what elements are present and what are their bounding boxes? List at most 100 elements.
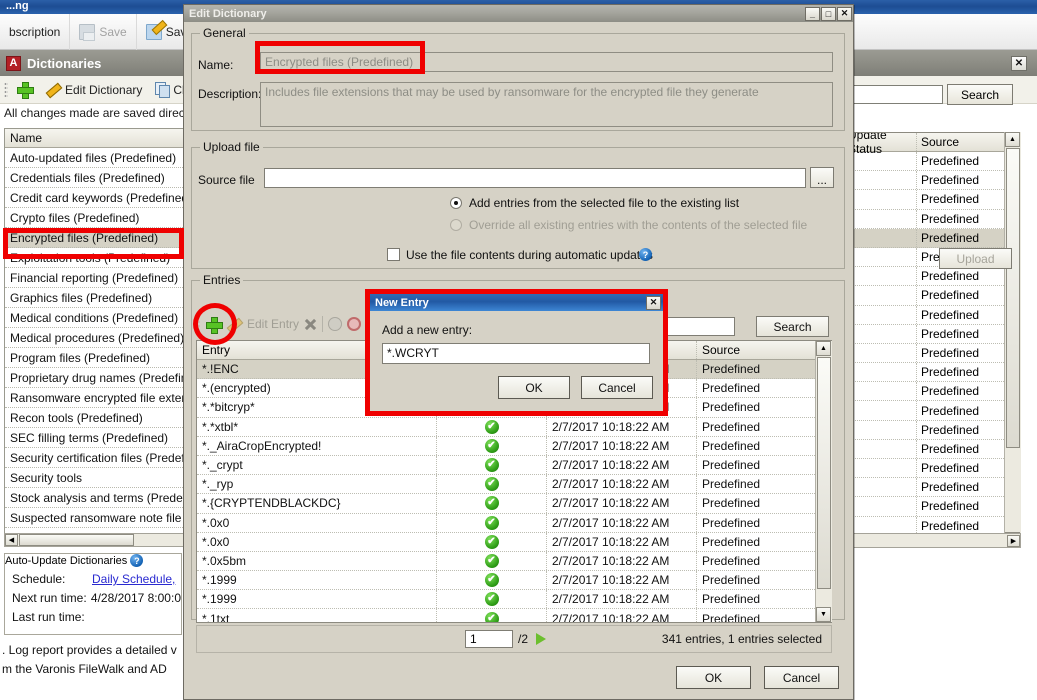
add-entry-icon[interactable] [205, 316, 222, 333]
dialog-cancel-button[interactable]: Cancel [764, 666, 839, 689]
list-item[interactable]: Security certification files (Predefin [5, 448, 183, 468]
scroll-up-icon[interactable]: ▲ [1005, 132, 1020, 147]
table-row[interactable]: *._crypt2/7/2017 10:18:22 AMPredefined [197, 456, 831, 475]
table-row[interactable]: *.{CRYPTENDBLACKDC}2/7/2017 10:18:22 AMP… [197, 494, 831, 513]
add-dictionary-button[interactable] [11, 81, 38, 98]
radio-add-entries[interactable] [450, 197, 462, 209]
entries-scroll-up-icon[interactable]: ▲ [816, 341, 831, 356]
name-input[interactable]: Encrypted files (Predefined) [260, 52, 833, 72]
table-row[interactable]: Predefined [844, 325, 1020, 344]
list-item[interactable]: Proprietary drug names (Predefined) [5, 368, 183, 388]
entries-grid-vscrollbar[interactable]: ▲ ▼ [815, 341, 832, 622]
vscroll-thumb[interactable] [1006, 148, 1020, 448]
table-row[interactable]: Predefined [844, 210, 1020, 229]
upload-button[interactable]: Upload [939, 248, 1012, 269]
table-row[interactable]: Predefined [844, 152, 1020, 171]
schedule-link[interactable]: Daily Schedule, [92, 572, 175, 586]
scroll-left-icon[interactable]: ◀ [5, 534, 18, 546]
minimize-icon[interactable]: _ [805, 7, 820, 21]
edit-entry-label[interactable]: Edit Entry [247, 317, 299, 331]
table-row[interactable]: *._AiraCropEncrypted!2/7/2017 10:18:22 A… [197, 437, 831, 456]
table-row[interactable]: *.*xtbl*2/7/2017 10:18:22 AMPredefined [197, 418, 831, 437]
table-row[interactable]: *.1txt2/7/2017 10:18:22 AMPredefined [197, 609, 831, 623]
entries-scroll-down-icon[interactable]: ▼ [816, 607, 831, 622]
list-item[interactable]: Credit card keywords (Predefined) [5, 188, 183, 208]
background-grid-vscrollbar[interactable]: ▲ ▼ [1004, 132, 1021, 547]
maximize-icon[interactable]: □ [821, 7, 836, 21]
toolbar-save[interactable]: Save [70, 14, 136, 50]
dictionary-list[interactable]: Name Auto-updated files (Predefined)Cred… [4, 128, 184, 546]
browse-button[interactable]: ... [810, 167, 834, 188]
table-row[interactable]: Predefined [844, 306, 1020, 325]
list-item[interactable]: Exploitation tools (Predefined) [5, 248, 183, 268]
column-source[interactable]: Source [917, 133, 1005, 151]
approve-entry-icon[interactable] [328, 317, 342, 331]
toolbar-subscription[interactable]: bscription [0, 14, 70, 50]
new-entry-input[interactable]: *.WCRYT [382, 343, 650, 364]
list-item[interactable]: Security tools [5, 468, 183, 488]
table-row[interactable]: Predefined [844, 459, 1020, 478]
entries-toolbar-grip[interactable] [196, 316, 200, 332]
background-search-button[interactable]: Search [947, 84, 1013, 105]
scroll-right-icon[interactable]: ▶ [1007, 535, 1020, 547]
help-icon[interactable]: ? [130, 554, 143, 567]
hscroll-thumb[interactable] [19, 534, 134, 546]
reject-entry-icon[interactable] [347, 317, 361, 331]
table-row[interactable]: *.19992/7/2017 10:18:22 AMPredefined [197, 590, 831, 609]
list-item[interactable]: Stock analysis and terms (Predefin [5, 488, 183, 508]
new-entry-cancel-button[interactable]: Cancel [581, 376, 653, 399]
list-item[interactable]: Recon tools (Predefined) [5, 408, 183, 428]
list-item[interactable]: Crypto files (Predefined) [5, 208, 183, 228]
radio-override-entries[interactable] [450, 219, 462, 231]
table-row[interactable]: Predefined [844, 440, 1020, 459]
list-item[interactable]: Financial reporting (Predefined) [5, 268, 183, 288]
list-item[interactable]: Graphics files (Predefined) [5, 288, 183, 308]
new-entry-ok-button[interactable]: OK [498, 376, 570, 399]
list-item[interactable]: Medical procedures (Predefined) [5, 328, 183, 348]
toolbar-grip[interactable] [4, 82, 8, 98]
edit-entry-pencil-icon[interactable] [227, 317, 242, 332]
edit-dictionary-button[interactable]: Edit Dictionary [41, 82, 147, 97]
table-row[interactable]: Predefined [844, 382, 1020, 401]
entries-search-input[interactable] [657, 317, 735, 336]
table-row[interactable]: *.0x02/7/2017 10:18:22 AMPredefined [197, 514, 831, 533]
background-search-input[interactable] [843, 85, 943, 104]
table-row[interactable]: Predefined [844, 497, 1020, 516]
table-row[interactable]: *.0x02/7/2017 10:18:22 AMPredefined [197, 533, 831, 552]
table-row[interactable]: Predefined [844, 478, 1020, 497]
description-input[interactable]: Includes file extensions that may be use… [260, 82, 833, 127]
dialog-ok-button[interactable]: OK [676, 666, 751, 689]
close-icon[interactable]: ✕ [837, 7, 852, 21]
list-item[interactable]: Credentials files (Predefined) [5, 168, 183, 188]
table-row[interactable]: Predefined [844, 229, 1020, 248]
list-item[interactable]: Suspected ransomware note file na [5, 508, 183, 528]
auto-updates-checkbox[interactable] [387, 248, 400, 261]
next-page-icon[interactable] [536, 633, 546, 645]
list-item[interactable]: Program files (Predefined) [5, 348, 183, 368]
table-row[interactable]: Predefined [844, 286, 1020, 305]
table-row[interactable]: Predefined [844, 421, 1020, 440]
entries-search-button[interactable]: Search [756, 316, 829, 337]
list-item[interactable]: Medical conditions (Predefined) [5, 308, 183, 328]
entries-column-source[interactable]: Source [697, 341, 815, 359]
list-item[interactable]: SEC filling terms (Predefined) [5, 428, 183, 448]
table-row[interactable]: Predefined [844, 190, 1020, 209]
page-number-input[interactable]: 1 [465, 630, 513, 648]
upload-help-icon[interactable]: ? [639, 248, 652, 261]
entries-vscroll-thumb[interactable] [817, 357, 831, 589]
new-entry-close-icon[interactable]: ✕ [646, 296, 661, 310]
background-grid[interactable]: Update Status Source PredefinedPredefine… [843, 132, 1021, 547]
list-item[interactable]: Ransomware encrypted file extensi [5, 388, 183, 408]
background-close-button[interactable]: ✕ [1011, 56, 1027, 71]
source-file-input[interactable] [264, 168, 806, 188]
table-row[interactable]: *.19992/7/2017 10:18:22 AMPredefined [197, 571, 831, 590]
table-row[interactable]: Predefined [844, 401, 1020, 420]
list-item[interactable]: Auto-updated files (Predefined) [5, 148, 183, 168]
column-update-status[interactable]: Update Status [844, 133, 917, 151]
table-row[interactable]: *.0x5bm2/7/2017 10:18:22 AMPredefined [197, 552, 831, 571]
table-row[interactable]: Predefined [844, 344, 1020, 363]
table-row[interactable]: Predefined [844, 267, 1020, 286]
list-item[interactable]: Encrypted files (Predefined) [5, 228, 183, 248]
background-grid-hscrollbar[interactable]: ▶ [843, 533, 1021, 548]
delete-entry-icon[interactable] [304, 318, 317, 331]
